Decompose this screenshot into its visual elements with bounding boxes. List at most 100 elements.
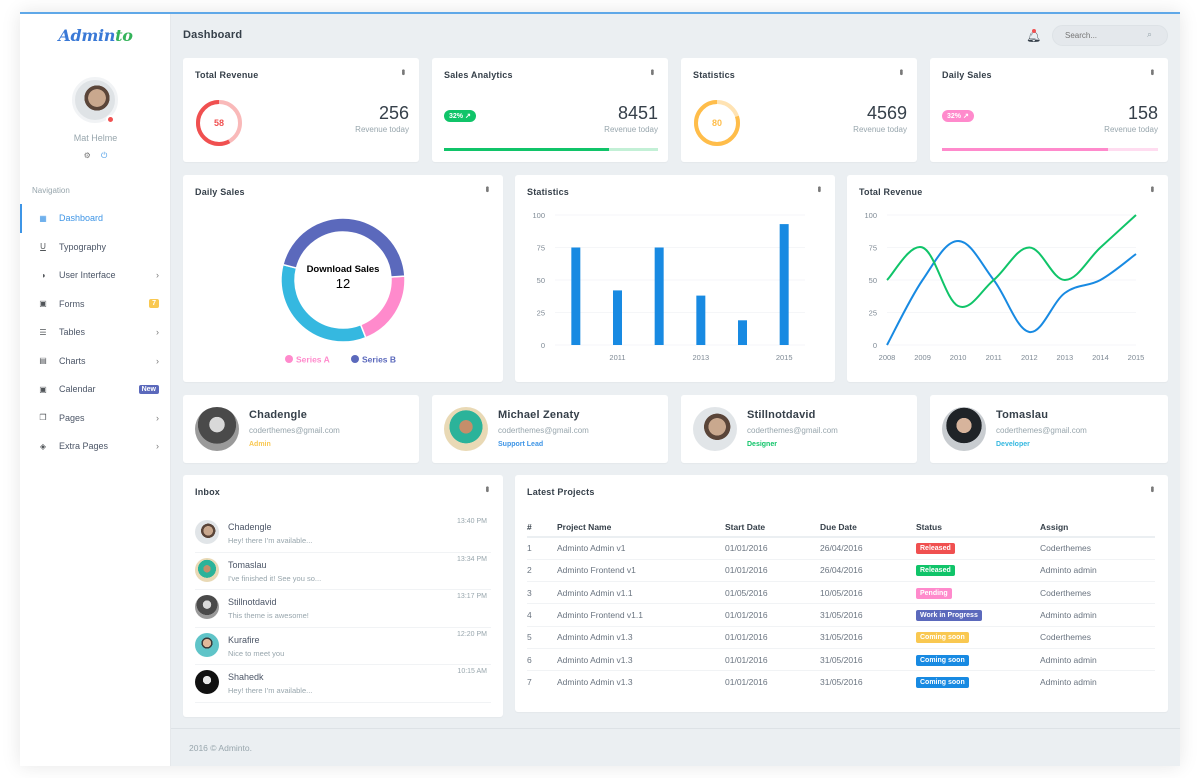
bar-2015[interactable]	[779, 224, 789, 345]
table-row[interactable]: 2 Adminto Frontend v1 01/01/2016 26/04/2016…	[527, 559, 1155, 583]
more-options-icon[interactable]: •••	[1146, 486, 1157, 491]
card-title: Latest Projects	[527, 487, 595, 497]
project-name-cell: Adminto Frontend v1.1	[557, 603, 725, 627]
x-tick-label: 2014	[1092, 353, 1109, 362]
contact-card[interactable]: Michael Zenaty coderthemes@gmail.com Sup…	[432, 395, 668, 463]
logo[interactable]: Adminto	[20, 26, 171, 45]
message-preview: This theme is awesome!	[228, 611, 309, 620]
x-tick-label: 2013	[692, 353, 709, 362]
column-header: Start Date	[725, 517, 820, 538]
start-date-cell: 01/01/2016	[725, 603, 820, 627]
search-icon[interactable]: ⌕	[1147, 29, 1152, 40]
x-tick-label: 2009	[914, 353, 931, 362]
avatar	[195, 632, 219, 657]
table-row[interactable]: 6 Adminto Admin v1.3 01/01/2016 31/05/2016 C…	[527, 648, 1155, 672]
bar-2010[interactable]	[571, 247, 581, 346]
chart-icon: ▤	[39, 356, 47, 366]
contact-card[interactable]: Tomaslau coderthemes@gmail.com Developer	[930, 395, 1168, 463]
sidebar-item-dashboard[interactable]: ▦ Dashboard	[20, 204, 171, 233]
contact-email: coderthemes@gmail.com	[996, 426, 1087, 435]
project-name-cell: Adminto Admin v1.1	[557, 581, 725, 605]
chevron-right-icon: ›	[156, 355, 159, 366]
message-time: 10:15 AM	[457, 668, 487, 675]
settings-icon[interactable]: ⚙	[84, 151, 91, 160]
y-tick-label: 25	[537, 309, 545, 318]
sidebar-item-pages[interactable]: ❐ Pages ›	[20, 404, 171, 433]
donut-slice-series-a[interactable]	[359, 275, 406, 339]
sidebar-item-typography[interactable]: U Typography	[20, 233, 171, 262]
sidebar-item-user-interface[interactable]: ◑ User Interface ›	[20, 261, 171, 290]
sidebar-item-calendar[interactable]: ▣ Calendar New	[20, 375, 171, 404]
start-date-cell: 01/01/2016	[725, 626, 820, 649]
start-date-cell: 01/01/2016	[725, 677, 768, 688]
contact-card[interactable]: Chadengle coderthemes@gmail.com Admin	[183, 395, 419, 463]
project-id-cell: 1	[527, 537, 557, 560]
contact-name: Tomaslau	[996, 409, 1049, 421]
status-cell: Coming soon	[916, 626, 1040, 649]
inbox-message[interactable]: Chadengle Hey! there I'm available... 13…	[195, 515, 491, 553]
bar-2014[interactable]	[738, 320, 747, 345]
more-options-icon[interactable]: •••	[481, 486, 492, 491]
donut-slice-series-c[interactable]	[280, 263, 367, 343]
x-tick-label: 2012	[1021, 353, 1038, 362]
nav-section-title: Navigation	[32, 186, 70, 195]
due-date-cell: 31/05/2016	[820, 677, 863, 688]
line-series-b[interactable]	[886, 214, 1137, 308]
donut-center-value: 12	[336, 276, 350, 291]
message-time: 13:17 PM	[457, 593, 487, 600]
more-options-icon[interactable]: •••	[646, 69, 657, 74]
logo-text-primary: Admin	[58, 26, 116, 45]
sidebar-item-extra-pages[interactable]: ◈ Extra Pages ›	[20, 432, 171, 461]
sidebar-item-label: Tables	[59, 327, 86, 338]
inbox-message[interactable]: Kurafire Nice to meet you 12:20 PM	[195, 628, 491, 665]
status-badge: Released	[916, 565, 955, 577]
growth-badge: 32% ↗	[444, 110, 476, 122]
more-options-icon[interactable]: •••	[1146, 69, 1157, 74]
sidebar-item-charts[interactable]: ▤ Charts ›	[20, 347, 171, 376]
project-id-cell: 3	[527, 581, 557, 605]
project-name-cell: Adminto Admin v1.3	[557, 626, 725, 649]
sidebar-item-forms[interactable]: ▣ Forms 7	[20, 290, 171, 319]
inbox-card: Inbox ••• Chadengle Hey! there I'm avail…	[183, 475, 503, 717]
start-date-cell: 01/01/2016	[725, 559, 820, 583]
bar-2013[interactable]	[696, 295, 706, 345]
table-row[interactable]: 5 Adminto Admin v1.3 01/01/2016 31/05/2016 C…	[527, 626, 1155, 649]
column-header: Assign	[1040, 517, 1155, 538]
x-tick-label: 2011	[986, 353, 1002, 362]
more-options-icon[interactable]: •••	[397, 69, 408, 74]
bar-2012[interactable]	[654, 247, 664, 346]
power-icon[interactable]: ⏻	[101, 151, 107, 160]
assignee-cell: Coderthemes	[1040, 626, 1155, 649]
line-series-a[interactable]	[886, 239, 1137, 346]
project-id-cell: 4	[527, 603, 557, 627]
sender-name: Chadengle	[228, 522, 272, 532]
inbox-list: Chadengle Hey! there I'm available... 13…	[195, 515, 491, 703]
table-row[interactable]: 4 Adminto Frontend v1.1 01/01/2016 31/05/20…	[527, 603, 1155, 627]
sidebar-item-tables[interactable]: ☰ Tables ›	[20, 318, 171, 347]
bar-2011[interactable]	[613, 290, 622, 345]
status-badge: Released	[916, 543, 955, 555]
table-row[interactable]: 3 Adminto Admin v1.1 01/05/2016 10/05/2016 P…	[527, 581, 1155, 605]
avatar	[444, 407, 488, 451]
forms-icon: ▣	[39, 299, 47, 309]
inbox-message[interactable]: Stillnotdavid This theme is awesome! 13:…	[195, 590, 491, 628]
table-row[interactable]: 7 Adminto Admin v1.3 01/01/2016 31/05/2016 C…	[527, 671, 1155, 693]
project-name-cell: Adminto Admin v1	[557, 537, 725, 560]
contact-card[interactable]: Stillnotdavid coderthemes@gmail.com Desi…	[681, 395, 917, 463]
dashboard-icon: ▦	[39, 213, 47, 223]
inbox-message[interactable]: Shahedk Hey! there I'm available... 10:1…	[195, 665, 491, 703]
trend-up-icon: ↗	[962, 113, 969, 120]
avatar	[942, 407, 986, 451]
sidebar-item-label: Calendar	[59, 384, 96, 395]
daily-sales-chart-card: Daily Sales ••• Download Sales 12 Series…	[183, 175, 503, 382]
more-options-icon[interactable]: •••	[895, 69, 906, 74]
status-cell: Coming soon	[916, 671, 1040, 693]
progress-fill	[444, 148, 609, 151]
table-row[interactable]: 1 Adminto Admin v1 01/01/2016 26/04/2016 Rel…	[527, 537, 1155, 560]
avatar	[195, 595, 219, 619]
assignee-cell: Coderthemes	[1040, 537, 1155, 560]
due-date-cell: 26/04/2016	[820, 537, 916, 560]
message-time: 13:34 PM	[457, 555, 487, 563]
sender-name: Shahedk	[228, 672, 264, 682]
inbox-message[interactable]: Tomaslau I've finished it! See you so...…	[195, 553, 491, 590]
